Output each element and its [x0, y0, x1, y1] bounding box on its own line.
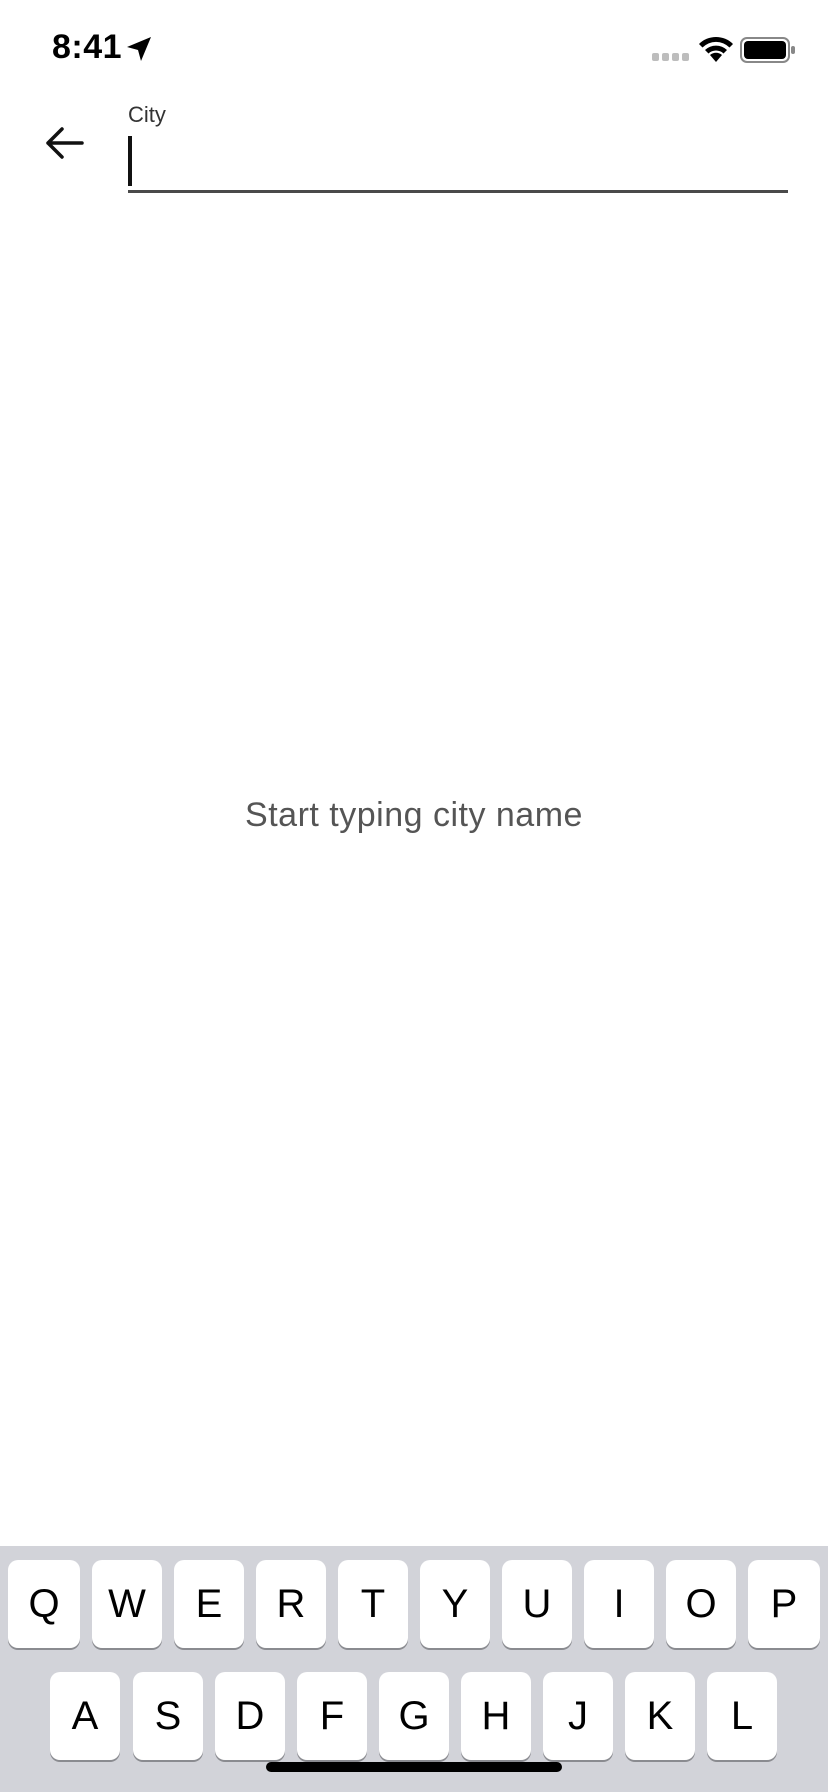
input-underline	[128, 190, 788, 193]
key-s[interactable]: S	[133, 1672, 203, 1760]
text-caret	[128, 136, 132, 186]
keyboard: Q W E R T Y U I O P A S D F G H J K L	[0, 1546, 828, 1792]
wifi-icon	[699, 36, 733, 62]
key-q[interactable]: Q	[8, 1560, 80, 1648]
back-button[interactable]	[36, 115, 92, 171]
keyboard-row-1: Q W E R T Y U I O P	[0, 1560, 828, 1650]
cellular-signal-icon	[652, 53, 689, 61]
battery-icon	[740, 37, 795, 63]
back-arrow-icon	[46, 127, 84, 159]
key-p[interactable]: P	[748, 1560, 820, 1648]
city-field[interactable]: City	[128, 100, 788, 194]
key-j[interactable]: J	[543, 1672, 613, 1760]
status-time: 8:41	[52, 28, 123, 66]
key-h[interactable]: H	[461, 1672, 531, 1760]
location-arrow-icon	[127, 37, 151, 61]
key-u[interactable]: U	[502, 1560, 572, 1648]
empty-state-message: Start typing city name	[245, 796, 583, 834]
key-f[interactable]: F	[297, 1672, 367, 1760]
key-t[interactable]: T	[338, 1560, 408, 1648]
key-i[interactable]: I	[584, 1560, 654, 1648]
key-g[interactable]: G	[379, 1672, 449, 1760]
key-k[interactable]: K	[625, 1672, 695, 1760]
key-a[interactable]: A	[50, 1672, 120, 1760]
key-w[interactable]: W	[92, 1560, 162, 1648]
home-indicator	[266, 1762, 562, 1772]
keyboard-row-2: A S D F G H J K L	[0, 1672, 828, 1762]
city-label: City	[128, 102, 166, 127]
key-l[interactable]: L	[707, 1672, 777, 1760]
status-bar: 8:41	[0, 0, 828, 100]
key-r[interactable]: R	[256, 1560, 326, 1648]
screen: 8:41 City Start typing city name Q W E R…	[0, 0, 828, 1792]
key-d[interactable]: D	[215, 1672, 285, 1760]
key-e[interactable]: E	[174, 1560, 244, 1648]
key-o[interactable]: O	[666, 1560, 736, 1648]
city-input[interactable]	[128, 134, 788, 190]
key-y[interactable]: Y	[420, 1560, 490, 1648]
